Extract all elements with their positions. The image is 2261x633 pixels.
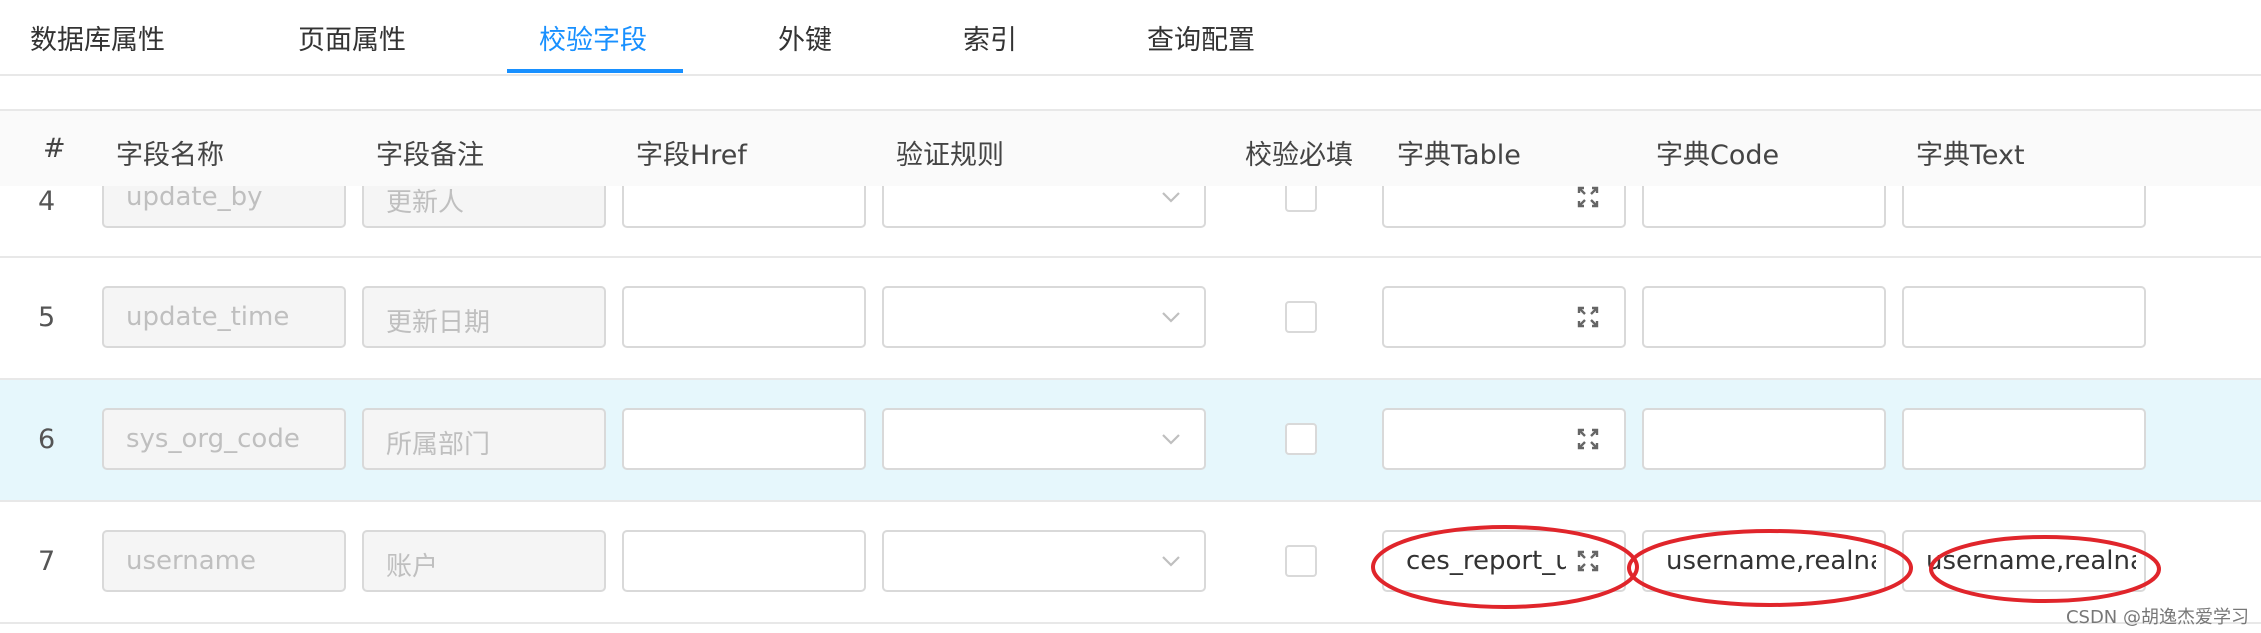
required-checkbox[interactable] [1285,545,1317,577]
tab-bar: 数据库属性 页面属性 校验字段 外键 索引 查询配置 [0,0,2261,76]
field-comment-value: 更新日期 [386,308,491,338]
column-header-dict-table: 字典Table [1397,140,1521,171]
active-tab-indicator [507,69,683,73]
tab-query-config[interactable]: 查询配置 [1147,18,1255,57]
field-href-input[interactable] [622,530,866,592]
dict-text-input[interactable]: username,realna [1902,530,2146,592]
table-row-highlighted: 6 sys_org_code 所属部门 [0,380,2261,502]
tab-page-properties[interactable]: 页面属性 [298,18,406,57]
row-number: 5 [38,302,56,333]
field-comment-value: 更新人 [386,188,465,218]
column-header-validation-rule: 验证规则 [896,140,1004,171]
table-row: 4 update_by 更新人 [0,186,2261,258]
field-comment-input: 更新人 [362,186,606,228]
dict-table-input[interactable] [1382,186,1626,228]
expand-icon[interactable] [1576,427,1600,451]
field-name-value: sys_org_code [126,424,300,454]
dict-code-value: username,realna [1666,546,1876,576]
table-row: 5 update_time 更新日期 [0,258,2261,380]
expand-icon[interactable] [1576,549,1600,573]
dict-text-input[interactable] [1902,408,2146,470]
validation-rule-select[interactable] [882,286,1206,348]
dict-text-input[interactable] [1902,186,2146,228]
required-checkbox[interactable] [1285,186,1317,212]
field-name-input: update_time [102,286,346,348]
chevron-down-icon [1162,434,1180,445]
field-name-value: username [126,546,256,576]
field-href-input[interactable] [622,186,866,228]
field-name-value: update_time [126,302,290,332]
dict-text-input[interactable] [1902,286,2146,348]
column-header-dict-text: 字典Text [1916,140,2025,171]
validation-rule-select[interactable] [882,408,1206,470]
required-checkbox[interactable] [1285,301,1317,333]
field-comment-value: 所属部门 [386,430,491,460]
tab-database-properties[interactable]: 数据库属性 [30,18,165,57]
dict-table-input[interactable] [1382,286,1626,348]
dict-text-value: username,realna [1926,546,2136,576]
dict-code-input[interactable]: username,realna [1642,530,1886,592]
column-header-required: 校验必填 [1245,140,1353,171]
tab-validation-fields[interactable]: 校验字段 [539,18,647,57]
expand-icon[interactable] [1576,186,1600,209]
dict-table-input[interactable]: ces_report_us [1382,530,1626,592]
field-comment-value: 账户 [386,552,439,582]
watermark: CSDN @胡逸杰爱学习 [2065,607,2249,628]
dict-code-input[interactable] [1642,286,1886,348]
row-number: 6 [38,424,56,455]
table-header: # 字段名称 字段备注 字段Href 验证规则 校验必填 字典Table 字典C… [0,111,2261,188]
dict-table-input[interactable] [1382,408,1626,470]
field-comment-input: 更新日期 [362,286,606,348]
row-number: 4 [38,186,56,217]
chevron-down-icon [1162,192,1180,203]
column-header-field-comment: 字段备注 [376,140,484,171]
tab-indexes[interactable]: 索引 [963,18,1017,57]
chevron-down-icon [1162,556,1180,567]
field-name-value: update_by [126,186,263,212]
column-header-index: # [43,133,66,164]
dict-table-value: ces_report_us [1406,546,1566,576]
field-href-input[interactable] [622,408,866,470]
field-name-input: update_by [102,186,346,228]
tab-foreign-keys[interactable]: 外键 [778,18,832,57]
validation-rule-select[interactable] [882,530,1206,592]
row-number: 7 [38,546,56,577]
dict-code-input[interactable] [1642,186,1886,228]
table-row: 7 username 账户 ces_report_us username,rea… [0,502,2261,624]
field-href-input[interactable] [622,286,866,348]
column-header-dict-code: 字典Code [1656,140,1780,171]
required-checkbox[interactable] [1285,423,1317,455]
chevron-down-icon [1162,312,1180,323]
field-name-input: sys_org_code [102,408,346,470]
validation-rule-select[interactable] [882,186,1206,228]
field-name-input: username [102,530,346,592]
field-comment-input: 账户 [362,530,606,592]
expand-icon[interactable] [1576,305,1600,329]
column-header-field-name: 字段名称 [116,140,224,171]
dict-code-input[interactable] [1642,408,1886,470]
column-header-field-href: 字段Href [636,140,747,171]
field-comment-input: 所属部门 [362,408,606,470]
